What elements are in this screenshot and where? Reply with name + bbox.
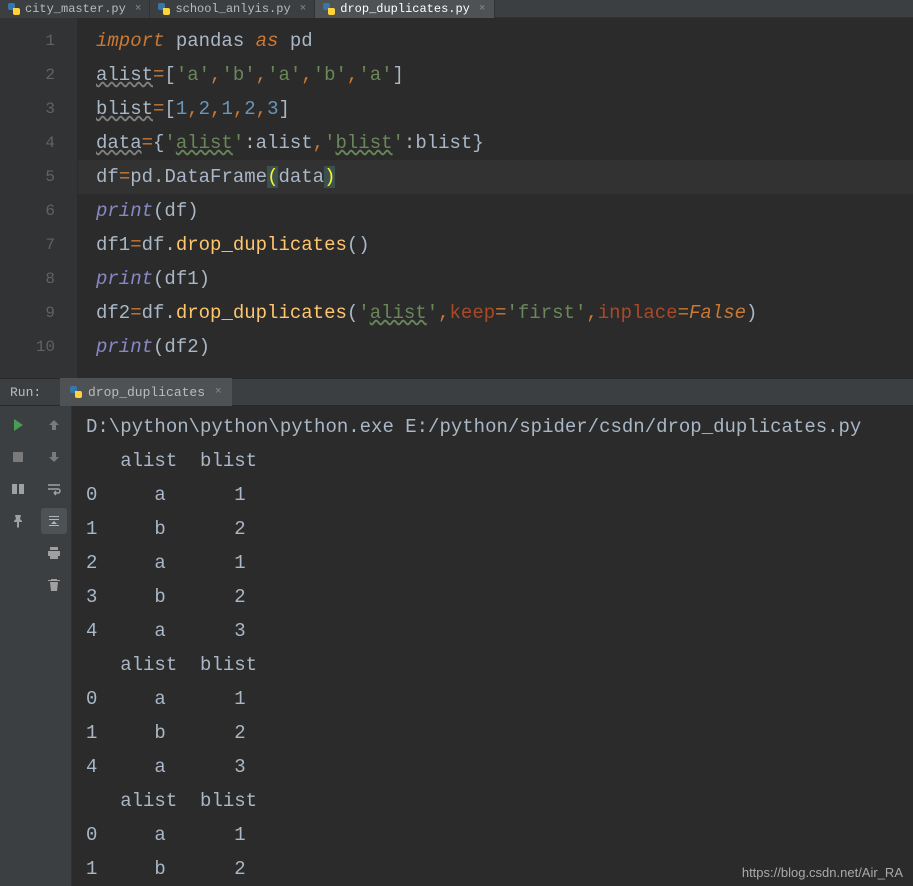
line-number-gutter: 1 2 3 4 5 6 7 8 9 10 <box>0 18 78 378</box>
close-icon[interactable]: × <box>135 3 142 15</box>
tab-city-master[interactable]: city_master.py × <box>0 0 150 18</box>
line-number: 9 <box>0 296 55 330</box>
scroll-end-icon <box>46 513 62 529</box>
line-number: 6 <box>0 194 55 228</box>
pin-button[interactable] <box>5 508 31 534</box>
python-icon <box>158 3 170 15</box>
line-number: 3 <box>0 92 55 126</box>
line-number: 8 <box>0 262 55 296</box>
print-icon <box>46 545 62 561</box>
editor-tab-bar: city_master.py × school_anlyis.py × drop… <box>0 0 913 18</box>
run-tab-drop-duplicates[interactable]: drop_duplicates × <box>60 378 232 406</box>
tab-label: drop_duplicates.py <box>340 2 470 16</box>
python-icon <box>8 3 20 15</box>
arrow-down-icon <box>46 449 62 465</box>
code-line-4[interactable]: data={'alist':alist,'blist':blist} <box>96 126 913 160</box>
line-number: 5 <box>0 160 55 194</box>
watermark: https://blog.csdn.net/Air_RA <box>742 865 903 880</box>
down-button[interactable] <box>41 444 67 470</box>
pin-icon <box>10 513 26 529</box>
code-line-9[interactable]: df2=df.drop_duplicates('alist',keep='fir… <box>96 296 913 330</box>
run-side-toolbar-left <box>0 406 36 886</box>
run-tool-window: Run: drop_duplicates × <box>0 378 913 886</box>
line-number: 7 <box>0 228 55 262</box>
code-area[interactable]: import pandas as pd alist=['a','b','a','… <box>78 18 913 378</box>
scroll-to-end-button[interactable] <box>41 508 67 534</box>
run-label: Run: <box>0 385 60 400</box>
console-output[interactable]: D:\python\python\python.exe E:/python/sp… <box>72 406 913 886</box>
run-header: Run: drop_duplicates × <box>0 378 913 406</box>
run-tab-label: drop_duplicates <box>88 385 205 400</box>
tab-label: city_master.py <box>25 2 126 16</box>
layout-icon <box>10 481 26 497</box>
editor-pane: 1 2 3 4 5 6 7 8 9 10 import pandas as pd… <box>0 18 913 378</box>
clear-button[interactable] <box>41 572 67 598</box>
line-number: 1 <box>0 24 55 58</box>
line-number: 2 <box>0 58 55 92</box>
play-icon <box>10 417 26 433</box>
python-icon <box>323 3 335 15</box>
close-icon[interactable]: × <box>479 3 486 15</box>
code-line-10[interactable]: print(df2) <box>96 330 913 364</box>
soft-wrap-button[interactable] <box>41 476 67 502</box>
stop-icon <box>10 449 26 465</box>
close-icon[interactable]: × <box>215 386 222 398</box>
line-number: 10 <box>0 330 55 364</box>
trash-icon <box>46 577 62 593</box>
stop-button[interactable] <box>5 444 31 470</box>
code-line-6[interactable]: print(df) <box>96 194 913 228</box>
code-line-7[interactable]: df1=df.drop_duplicates() <box>96 228 913 262</box>
code-line-2[interactable]: alist=['a','b','a','b','a'] <box>96 58 913 92</box>
run-body: D:\python\python\python.exe E:/python/sp… <box>0 406 913 886</box>
print-button[interactable] <box>41 540 67 566</box>
arrow-up-icon <box>46 417 62 433</box>
code-line-1[interactable]: import pandas as pd <box>96 24 913 58</box>
tab-school-anlyis[interactable]: school_anlyis.py × <box>150 0 315 18</box>
tab-label: school_anlyis.py <box>175 2 290 16</box>
code-line-5[interactable]: df=pd.DataFrame(data) <box>78 160 913 194</box>
soft-wrap-icon <box>46 481 62 497</box>
line-number: 4 <box>0 126 55 160</box>
close-icon[interactable]: × <box>300 3 307 15</box>
python-icon <box>70 386 82 398</box>
code-line-8[interactable]: print(df1) <box>96 262 913 296</box>
up-button[interactable] <box>41 412 67 438</box>
layout-button[interactable] <box>5 476 31 502</box>
run-side-toolbar-right <box>36 406 72 886</box>
code-line-3[interactable]: blist=[1,2,1,2,3] <box>96 92 913 126</box>
tab-drop-duplicates[interactable]: drop_duplicates.py × <box>315 0 494 18</box>
rerun-button[interactable] <box>5 412 31 438</box>
